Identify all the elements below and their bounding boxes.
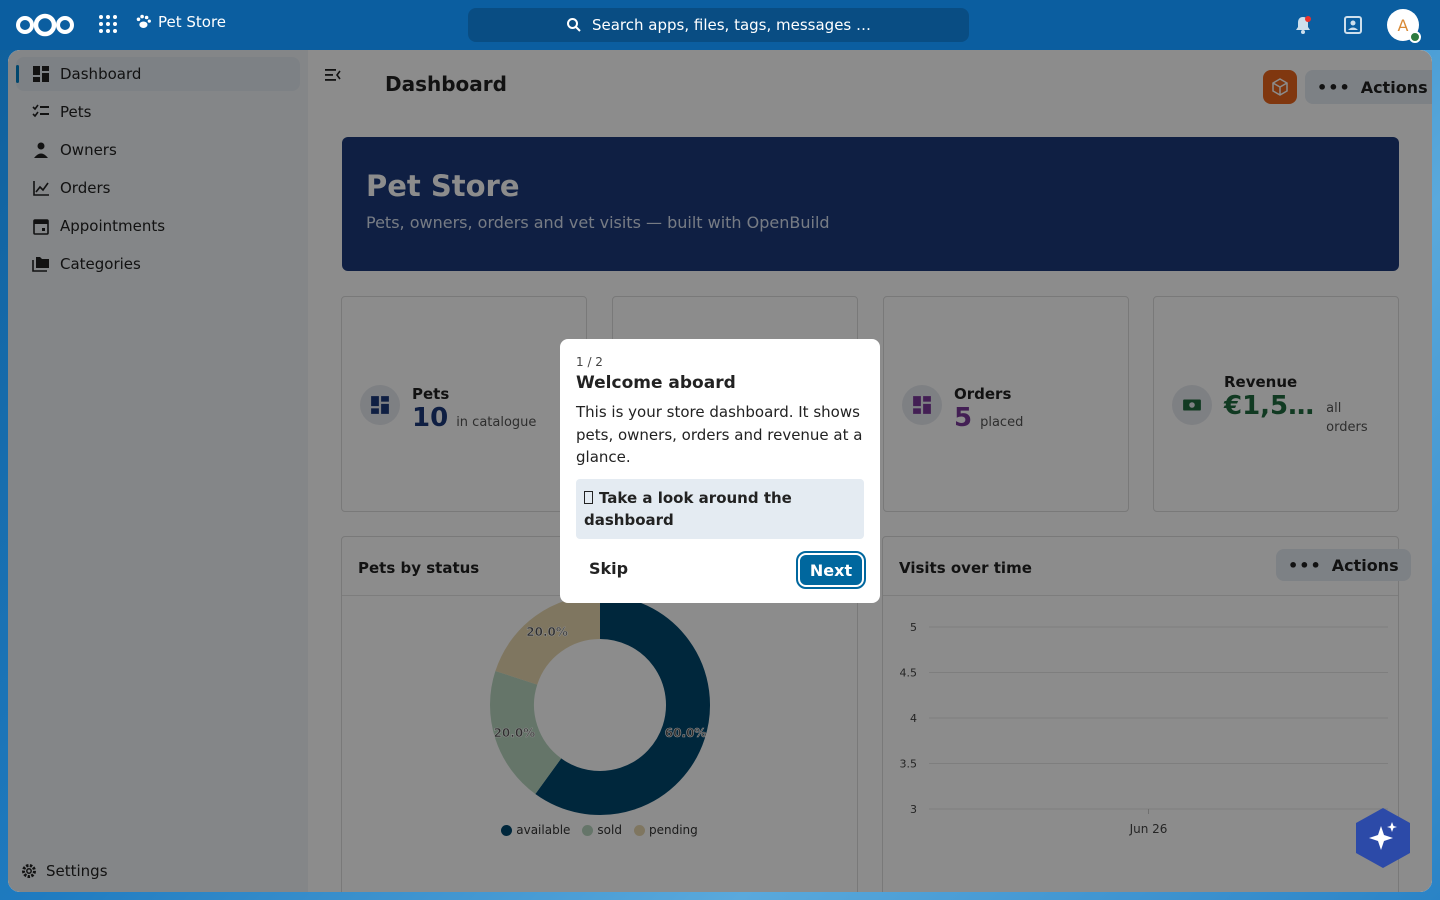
app-name-label: Pet Store	[158, 13, 227, 31]
tour-popover: 1 / 2 Welcome aboard This is your store …	[560, 339, 880, 603]
tour-skip-button[interactable]: Skip	[589, 559, 628, 578]
online-status-icon	[1409, 31, 1421, 43]
tour-step-counter: 1 / 2	[576, 355, 603, 369]
hint-glyph-icon	[584, 490, 593, 504]
assistant-sparkle-icon[interactable]	[1356, 808, 1410, 868]
contacts-icon[interactable]	[1342, 14, 1364, 36]
avatar-initial: A	[1397, 15, 1409, 35]
paw-icon	[136, 14, 151, 28]
tour-hint-text: Take a look around the dashboard	[584, 488, 792, 529]
notifications-bell-icon[interactable]	[1292, 14, 1314, 36]
nextcloud-logo-icon[interactable]	[14, 12, 76, 38]
app-menu-icon[interactable]	[96, 13, 118, 35]
unified-search[interactable]: Search apps, files, tags, messages …	[468, 8, 969, 42]
tour-next-button[interactable]: Next	[796, 551, 866, 589]
tour-hint: Take a look around the dashboard	[576, 478, 864, 539]
user-avatar[interactable]: A	[1387, 9, 1421, 43]
top-header: Pet Store Search apps, files, tags, mess…	[0, 0, 1440, 50]
tour-title: Welcome aboard	[576, 373, 736, 393]
current-app-link[interactable]: Pet Store	[134, 13, 226, 31]
search-icon	[566, 18, 581, 32]
tour-body: This is your store dashboard. It shows p…	[576, 403, 863, 466]
search-placeholder: Search apps, files, tags, messages …	[591, 16, 872, 34]
